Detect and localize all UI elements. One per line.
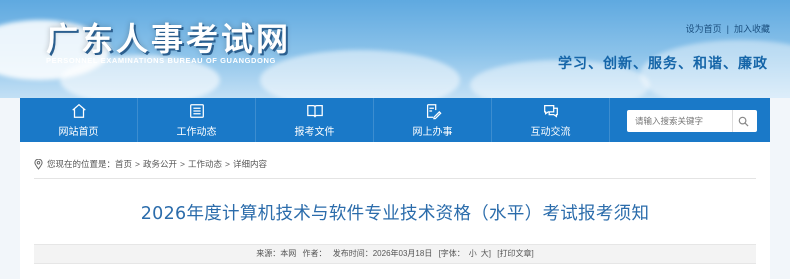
article-author: 作者： — [302, 249, 327, 258]
header-banner: 广东人事考试网 PERSONNEL EXAMINATIONS BUREAU OF… — [0, 0, 790, 98]
breadcrumb-home[interactable]: 首页 — [115, 158, 132, 170]
add-favorite-link[interactable]: 加入收藏 — [734, 24, 770, 34]
list-icon — [189, 104, 204, 118]
breadcrumb-separator: > — [225, 159, 230, 169]
font-large-button[interactable]: 大] — [481, 249, 491, 258]
breadcrumb-prefix: 您现在的位置是： — [47, 159, 116, 169]
site-logo[interactable]: 广东人事考试网 — [46, 14, 291, 60]
article-published-date: 发布时间：2026年03月18日 — [332, 249, 433, 258]
article-meta: 来源：本网 作者： 发布时间：2026年03月18日 [字体： 小大] [打印文章… — [34, 244, 756, 264]
book-icon — [306, 104, 323, 118]
site-logo-english: PERSONNEL EXAMINATIONS BUREAU OF GUANGDO… — [46, 56, 276, 65]
print-article-button[interactable]: [打印文章] — [497, 249, 533, 258]
chat-icon — [543, 104, 558, 118]
divider — [34, 178, 756, 179]
nav-item-label: 报考文件 — [294, 127, 335, 138]
nav-item-work-news[interactable]: 工作动态 — [138, 98, 256, 142]
article-title: 2026年度计算机技术与软件专业技术资格（水平）考试报考须知 — [140, 204, 650, 224]
nav-item-exam-documents[interactable]: 报考文件 — [256, 98, 374, 142]
search-input[interactable] — [627, 111, 732, 131]
home-icon — [71, 103, 86, 118]
breadcrumb: 您现在的位置是： 首页 > 政务公开 > 工作动态 > 详细内容 — [34, 158, 267, 170]
set-homepage-link[interactable]: 设为首页 — [686, 24, 722, 34]
nav-item-interaction[interactable]: 互动交流 — [492, 98, 610, 142]
search-button[interactable] — [732, 110, 754, 132]
nav-item-label: 网上办事 — [412, 127, 453, 138]
nav-item-home[interactable]: 网站首页 — [20, 98, 138, 142]
slogan: 学习、创新、服务、和谐、廉政 — [558, 56, 768, 72]
edit-document-icon — [426, 104, 442, 120]
breadcrumb-separator: > — [135, 159, 140, 169]
search-icon — [738, 116, 749, 127]
breadcrumb-current: 详细内容 — [232, 159, 267, 169]
font-small-button[interactable]: 小 — [469, 249, 477, 258]
search-box — [627, 110, 757, 132]
article-source: 来源：本网 — [256, 249, 297, 258]
content-panel: 您现在的位置是： 首页 > 政务公开 > 工作动态 > 详细内容 2026年度计… — [20, 142, 770, 279]
breadcrumb-gov-affairs[interactable]: 政务公开 — [143, 158, 177, 170]
top-links: 设为首页 | 加入收藏 — [686, 22, 770, 35]
nav-item-online-services[interactable]: 网上办事 — [374, 98, 492, 142]
link-separator: | — [726, 24, 729, 34]
nav-item-label: 工作动态 — [176, 127, 217, 138]
breadcrumb-work-news[interactable]: 工作动态 — [188, 158, 222, 170]
breadcrumb-separator: > — [180, 159, 185, 169]
location-pin-icon — [34, 158, 43, 170]
nav-item-label: 网站首页 — [58, 127, 99, 138]
nav-item-label: 互动交流 — [530, 127, 571, 138]
font-size-label: [字体： — [438, 249, 465, 258]
